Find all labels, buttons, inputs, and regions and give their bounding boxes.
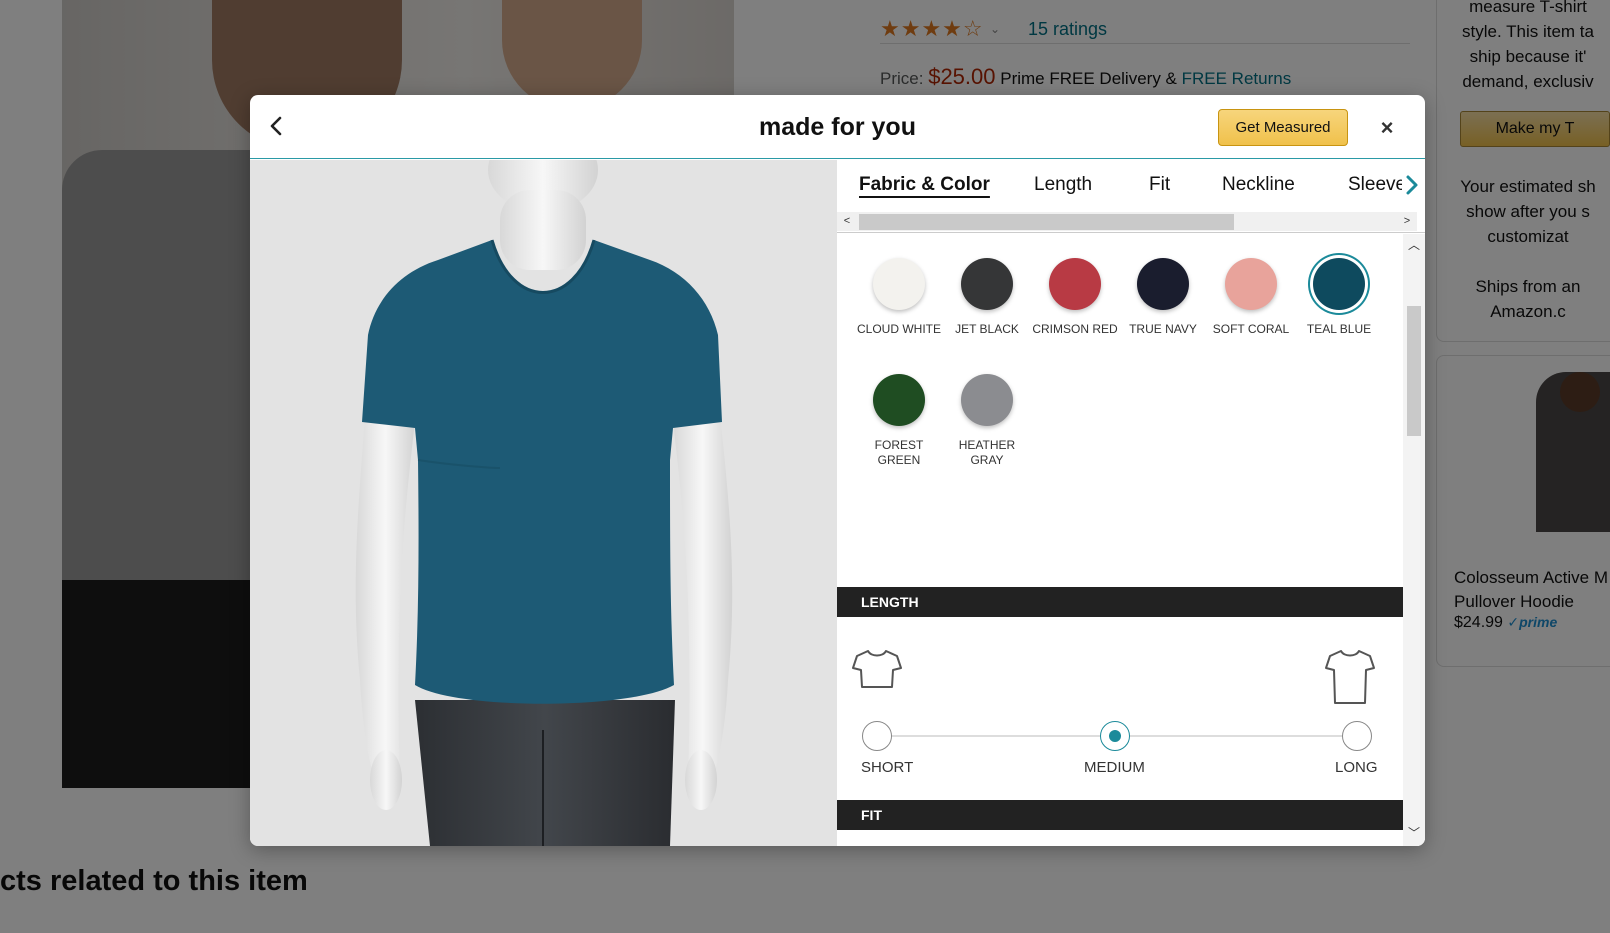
tab-fabric-color[interactable]: Fabric & Color bbox=[859, 174, 990, 196]
color-swatch-jet-black[interactable]: JET BLACK bbox=[942, 258, 1032, 337]
tab-sleeve[interactable]: Sleeve bbox=[1348, 174, 1402, 196]
swatch-label: TEAL BLUE bbox=[1306, 322, 1372, 336]
close-button[interactable]: × bbox=[1374, 115, 1400, 141]
vertical-scroll-thumb[interactable] bbox=[1407, 306, 1421, 436]
swatch-dot bbox=[1225, 258, 1277, 310]
swatch-label: HEATHER GRAY bbox=[958, 438, 1016, 467]
chevron-left-icon bbox=[270, 116, 282, 136]
length-option-medium[interactable] bbox=[1100, 721, 1130, 751]
mannequin-image bbox=[355, 160, 733, 846]
swatch-label: JET BLACK bbox=[955, 322, 1019, 336]
swatch-label: FOREST GREEN bbox=[874, 438, 924, 467]
horizontal-scroll-thumb[interactable] bbox=[859, 214, 1234, 230]
back-button[interactable] bbox=[264, 113, 290, 139]
color-swatch-teal-blue[interactable]: TEAL BLUE bbox=[1294, 258, 1384, 337]
length-option-long[interactable] bbox=[1342, 721, 1372, 751]
fit-section-header: FIT bbox=[837, 800, 1403, 830]
swatch-label: SOFT CORAL bbox=[1212, 322, 1290, 336]
swatch-label: CRIMSON RED bbox=[1032, 322, 1118, 336]
tab-length[interactable]: Length bbox=[1034, 174, 1092, 196]
color-swatch-heather-gray[interactable]: HEATHER GRAY bbox=[942, 374, 1032, 468]
swatch-label: CLOUD WHITE bbox=[857, 322, 941, 336]
customize-modal: made for you Get Measured × Fabric & Col… bbox=[250, 95, 1425, 846]
get-measured-button[interactable]: Get Measured bbox=[1218, 109, 1348, 146]
swatch-dot bbox=[873, 374, 925, 426]
scroll-right-arrow[interactable]: > bbox=[1399, 213, 1415, 230]
color-swatch-true-navy[interactable]: TRUE NAVY bbox=[1118, 258, 1208, 337]
option-tabs: Fabric & Color Length Fit Neckline Sleev… bbox=[837, 160, 1425, 208]
tab-neckline[interactable]: Neckline bbox=[1222, 174, 1295, 196]
vertical-scrollbar[interactable]: ︿ ﹀ bbox=[1403, 234, 1425, 846]
color-swatch-cloud-white[interactable]: CLOUD WHITE bbox=[854, 258, 944, 337]
tab-fit[interactable]: Fit bbox=[1149, 174, 1170, 196]
swatch-dot bbox=[873, 258, 925, 310]
length-label-medium: MEDIUM bbox=[1084, 759, 1145, 776]
length-option-short[interactable] bbox=[862, 721, 892, 751]
scroll-down-arrow[interactable]: ﹀ bbox=[1403, 824, 1425, 841]
color-swatch-soft-coral[interactable]: SOFT CORAL bbox=[1206, 258, 1296, 337]
swatch-dot bbox=[961, 258, 1013, 310]
tshirt-preview bbox=[250, 160, 837, 846]
color-swatch-forest-green[interactable]: FOREST GREEN bbox=[854, 374, 944, 468]
chevron-right-icon bbox=[1406, 175, 1418, 195]
length-label-short: SHORT bbox=[861, 759, 914, 776]
short-tshirt-icon bbox=[852, 650, 902, 688]
options-panel: Fabric & Color Length Fit Neckline Sleev… bbox=[837, 160, 1425, 846]
length-label-long: LONG bbox=[1335, 759, 1378, 776]
swatch-label: TRUE NAVY bbox=[1129, 322, 1197, 336]
scroll-up-arrow[interactable]: ︿ bbox=[1403, 236, 1425, 253]
swatch-dot bbox=[1313, 258, 1365, 310]
tabs-next-button[interactable] bbox=[1402, 172, 1422, 198]
length-section-header: LENGTH bbox=[837, 587, 1403, 617]
scroll-left-arrow[interactable]: < bbox=[839, 213, 855, 230]
swatch-dot bbox=[1049, 258, 1101, 310]
color-swatch-crimson-red[interactable]: CRIMSON RED bbox=[1030, 258, 1120, 337]
swatch-dot bbox=[961, 374, 1013, 426]
long-tshirt-icon bbox=[1325, 650, 1375, 704]
modal-header: made for you Get Measured × bbox=[250, 95, 1425, 159]
horizontal-scrollbar[interactable]: < > bbox=[837, 212, 1417, 231]
swatch-dot bbox=[1137, 258, 1189, 310]
divider bbox=[837, 232, 1425, 233]
